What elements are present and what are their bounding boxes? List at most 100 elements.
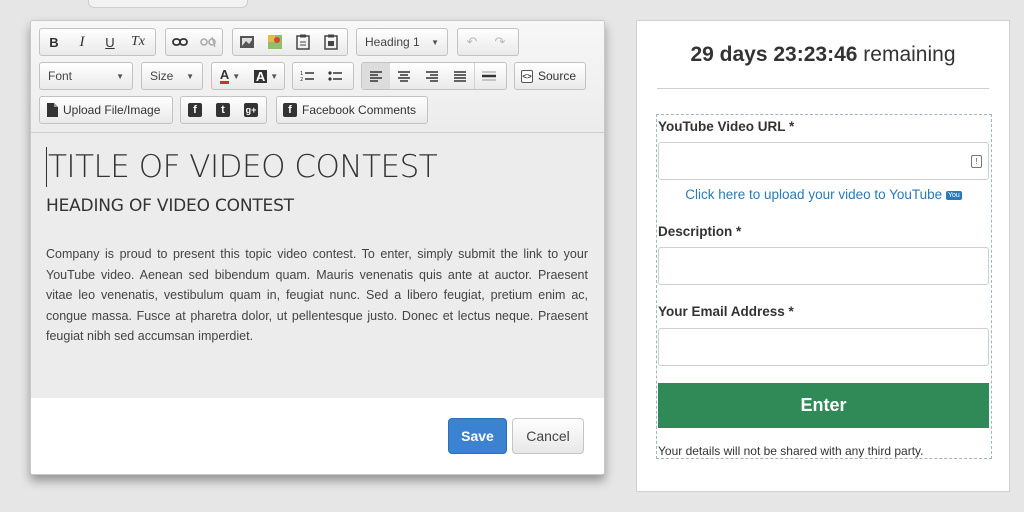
undo-button[interactable]: ↶ bbox=[458, 29, 486, 55]
description-label: Description * bbox=[658, 224, 742, 239]
redo-icon: ↷ bbox=[494, 34, 506, 49]
youtube-upload-link-text: Click here to upload your video to YouTu… bbox=[685, 187, 943, 202]
redo-button[interactable]: ↷ bbox=[486, 29, 514, 55]
facebook-button[interactable]: f bbox=[181, 97, 209, 123]
font-select[interactable]: Font ▼ bbox=[39, 62, 133, 90]
chevron-down-icon: ▼ bbox=[186, 71, 194, 81]
youtube-url-input[interactable]: ! bbox=[658, 142, 989, 180]
italic-button[interactable]: I bbox=[68, 29, 96, 55]
email-input[interactable] bbox=[658, 328, 989, 366]
paste-icon bbox=[296, 34, 310, 50]
bulleted-list-icon bbox=[328, 71, 342, 81]
source-button[interactable]: <> Source bbox=[514, 62, 586, 90]
editor-footer: Save Cancel bbox=[31, 398, 604, 474]
insert-group bbox=[232, 28, 348, 56]
countdown-timer: 29 days 23:23:46 remaining bbox=[637, 43, 1009, 67]
size-select[interactable]: Size ▼ bbox=[141, 62, 203, 90]
bulleted-list-button[interactable] bbox=[321, 63, 349, 89]
font-select-value: Font bbox=[48, 69, 73, 83]
source-icon: <> bbox=[521, 69, 533, 83]
source-label: Source bbox=[538, 69, 577, 83]
paste-text-button[interactable] bbox=[317, 29, 345, 55]
format-select[interactable]: Heading 1 ▼ bbox=[356, 28, 448, 56]
contest-entry-form: 29 days 23:23:46 remaining YouTube Video… bbox=[636, 20, 1010, 492]
link-group bbox=[165, 28, 223, 56]
chevron-down-icon: ▼ bbox=[232, 71, 241, 81]
clear-format-button[interactable]: Tx bbox=[124, 29, 152, 55]
twitter-button[interactable]: t bbox=[209, 97, 237, 123]
align-center-icon bbox=[398, 70, 410, 82]
upload-file-button[interactable]: Upload File/Image bbox=[39, 96, 173, 124]
paste-button[interactable] bbox=[289, 29, 317, 55]
description-input[interactable] bbox=[658, 247, 989, 285]
cancel-button[interactable]: Cancel bbox=[512, 418, 584, 454]
chevron-down-icon: ▼ bbox=[116, 71, 124, 81]
bg-color-button[interactable]: A ▼ bbox=[248, 63, 284, 89]
justify-icon bbox=[454, 70, 466, 82]
image-icon bbox=[240, 36, 254, 48]
google-plus-button[interactable]: g+ bbox=[237, 97, 265, 123]
align-left-icon bbox=[370, 70, 382, 82]
clear-format-label: Tx bbox=[131, 34, 145, 49]
file-icon bbox=[47, 103, 58, 117]
facebook-comments-label: Facebook Comments bbox=[302, 103, 417, 117]
social-group: f t g+ bbox=[180, 96, 267, 124]
background-tab bbox=[88, 0, 248, 8]
numbered-list-icon: 12 bbox=[300, 71, 314, 82]
list-group: 12 bbox=[292, 62, 354, 90]
svg-text:2: 2 bbox=[300, 77, 303, 82]
contest-description[interactable]: Company is proud to present this topic v… bbox=[46, 244, 588, 347]
basic-styles-group: B I U Tx bbox=[39, 28, 156, 56]
unlink-button[interactable] bbox=[194, 29, 222, 55]
horizontal-rule-button[interactable] bbox=[475, 63, 503, 89]
save-button[interactable]: Save bbox=[448, 418, 507, 454]
format-select-value: Heading 1 bbox=[365, 35, 420, 49]
align-center-button[interactable] bbox=[390, 63, 418, 89]
privacy-disclaimer: Your details will not be shared with any… bbox=[658, 444, 924, 458]
text-color-button[interactable]: A ▼ bbox=[212, 63, 248, 89]
clipboard-icon: ! bbox=[971, 155, 982, 168]
editor-content-area[interactable]: TITLE OF VIDEO CONTEST HEADING OF VIDEO … bbox=[31, 133, 604, 398]
google-plus-icon: g+ bbox=[244, 103, 258, 117]
youtube-url-label: YouTube Video URL * bbox=[658, 119, 795, 134]
divider bbox=[657, 88, 989, 89]
align-left-button[interactable] bbox=[362, 63, 390, 89]
text-color-label: A bbox=[219, 66, 230, 84]
align-right-icon bbox=[426, 70, 438, 82]
history-group: ↶ ↷ bbox=[457, 28, 519, 56]
youtube-icon: You bbox=[945, 191, 962, 200]
contest-title[interactable]: TITLE OF VIDEO CONTEST bbox=[46, 147, 588, 187]
paste-text-icon bbox=[324, 34, 338, 50]
link-icon bbox=[172, 38, 188, 46]
bold-button[interactable]: B bbox=[40, 29, 68, 55]
facebook-icon: f bbox=[283, 103, 297, 117]
contest-heading[interactable]: HEADING OF VIDEO CONTEST bbox=[46, 196, 588, 216]
chevron-down-icon: ▼ bbox=[270, 71, 279, 81]
numbered-list-button[interactable]: 12 bbox=[293, 63, 321, 89]
align-group bbox=[361, 62, 507, 90]
underline-button[interactable]: U bbox=[96, 29, 124, 55]
unlink-icon bbox=[200, 36, 216, 48]
undo-icon: ↶ bbox=[466, 34, 478, 49]
map-button[interactable] bbox=[261, 29, 289, 55]
size-select-value: Size bbox=[150, 69, 174, 83]
horizontal-rule-icon bbox=[482, 71, 496, 81]
countdown-value: 29 days 23:23:46 bbox=[690, 43, 858, 66]
map-icon bbox=[268, 35, 282, 49]
color-group: A ▼ A ▼ bbox=[211, 62, 285, 90]
countdown-suffix: remaining bbox=[863, 43, 956, 66]
facebook-icon: f bbox=[188, 103, 202, 117]
email-label: Your Email Address * bbox=[658, 304, 794, 319]
align-right-button[interactable] bbox=[418, 63, 446, 89]
facebook-comments-button[interactable]: f Facebook Comments bbox=[276, 96, 428, 124]
enter-button[interactable]: Enter bbox=[658, 383, 989, 428]
bg-color-label: A bbox=[253, 68, 268, 84]
justify-button[interactable] bbox=[446, 63, 474, 89]
content-editor: B I U Tx Heading 1 ▼ ↶ ↷ Font ▼ Size ▼ A… bbox=[30, 20, 605, 475]
editor-toolbar: B I U Tx Heading 1 ▼ ↶ ↷ Font ▼ Size ▼ A… bbox=[31, 21, 604, 133]
link-button[interactable] bbox=[166, 29, 194, 55]
upload-file-label: Upload File/Image bbox=[63, 103, 161, 117]
twitter-icon: t bbox=[216, 103, 230, 117]
youtube-upload-link[interactable]: Click here to upload your video to YouTu… bbox=[658, 187, 989, 202]
image-button[interactable] bbox=[233, 29, 261, 55]
